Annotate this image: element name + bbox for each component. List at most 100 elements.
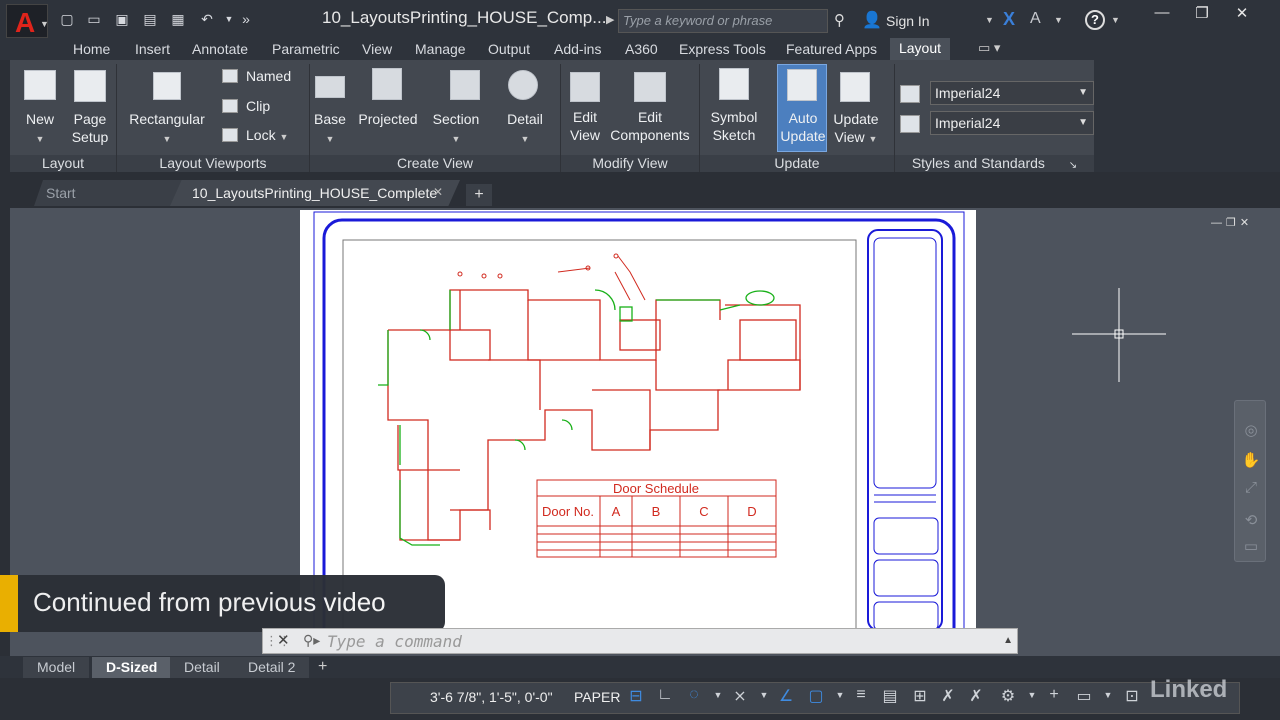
annotation-scale-icon[interactable]: ✗ — [938, 686, 958, 706]
steering-wheel-icon[interactable]: ◎ — [1241, 421, 1261, 441]
user-icon[interactable]: 👤 — [862, 10, 882, 30]
edit-components-button[interactable]: Edit Components — [608, 108, 692, 144]
open-folder-icon[interactable]: ▭ — [85, 11, 103, 28]
title-bar: A ▼ ▢ ▭ ▣ ▤ ▦ ↶ ▼ » 10_LayoutsPrinting_HO… — [0, 0, 1280, 40]
tab-detail-2[interactable]: Detail 2 — [234, 657, 310, 678]
command-close-icon[interactable]: ✕ — [277, 631, 290, 649]
tab-a360[interactable]: A360 — [625, 41, 658, 57]
showmotion-icon[interactable]: ▭ — [1241, 537, 1261, 557]
snap-mode-icon[interactable]: ⊟ — [626, 686, 646, 706]
restore-icon[interactable]: ❐ — [1192, 4, 1212, 22]
orbit-icon[interactable]: ⟲ — [1241, 511, 1261, 531]
tab-model[interactable]: Model — [23, 657, 90, 678]
selection-cycling-icon[interactable]: ▢ — [806, 686, 826, 706]
workspace-gear-icon[interactable]: ⚙ — [998, 686, 1018, 706]
clip-button[interactable]: Clip — [222, 98, 270, 114]
close-icon[interactable]: ✕ — [1232, 4, 1252, 22]
edit-view-icon — [570, 72, 600, 102]
view-style-select[interactable]: Imperial24 ▼ — [930, 81, 1094, 105]
new-tab-button[interactable]: + — [466, 184, 492, 206]
undo-dropdown-icon[interactable]: ▼ — [220, 11, 238, 28]
tab-express-tools[interactable]: Express Tools — [679, 41, 766, 57]
help-icon[interactable]: ? — [1085, 10, 1105, 30]
viewport-window-controls[interactable]: —❐✕ — [1211, 216, 1253, 229]
lineweight-icon[interactable]: ∠ — [776, 686, 796, 706]
tab-home[interactable]: Home — [73, 41, 110, 57]
title-expand-icon[interactable]: ▶ — [606, 13, 614, 26]
zoom-icon[interactable]: ⤢ — [1241, 479, 1261, 499]
tab-layout[interactable]: Layout — [890, 38, 950, 60]
tab-active-drawing[interactable]: 10_LayoutsPrinting_HOUSE_Complete — [170, 180, 460, 206]
named-viewports-button[interactable]: Named — [222, 68, 291, 84]
tab-add-ins[interactable]: Add-ins — [554, 41, 601, 57]
auto-update-button[interactable]: Auto Update — [777, 64, 827, 152]
exchange-apps-icon[interactable]: X — [1003, 9, 1015, 30]
undo-icon[interactable]: ↶ — [198, 11, 216, 28]
update-view-button[interactable]: Update View ▼ — [828, 110, 884, 148]
rectangular-button[interactable]: Rectangular ▼ — [126, 110, 208, 148]
lineweight-display-icon[interactable]: ≡ — [851, 686, 871, 704]
help-dropdown-icon[interactable]: ▼ — [1111, 15, 1120, 25]
command-search-icon[interactable]: ⚲▸ — [303, 632, 320, 649]
annotation-visibility-icon[interactable]: ✗ — [966, 686, 986, 706]
coordinate-readout[interactable]: 3'-6 7/8", 1'-5", 0'-0" — [430, 689, 553, 705]
detail-button[interactable]: Detail ▼ — [500, 110, 550, 148]
more-tools-icon[interactable]: » — [237, 11, 255, 28]
osnap-dropdown-icon[interactable]: ▼ — [754, 690, 774, 700]
tab-insert[interactable]: Insert — [135, 41, 170, 57]
search-input[interactable]: Type a keyword or phrase — [618, 9, 828, 33]
ribbon-display-options-icon[interactable]: ▭ ▾ — [978, 40, 1000, 56]
edit-view-button[interactable]: Edit View — [563, 108, 607, 144]
acceleration-dropdown-icon[interactable]: ▼ — [1098, 690, 1118, 700]
lock-button[interactable]: Lock ▼ — [222, 127, 288, 143]
command-input[interactable]: Type a command — [327, 632, 462, 651]
tab-start[interactable]: Start — [34, 180, 184, 206]
transparency-icon[interactable]: ▤ — [880, 686, 900, 706]
tab-annotate[interactable]: Annotate — [192, 41, 248, 57]
minimize-icon[interactable]: — — [1152, 4, 1172, 21]
polar-dropdown-icon[interactable]: ▼ — [708, 690, 728, 700]
tab-parametric[interactable]: Parametric — [272, 41, 340, 57]
symbol-sketch-button[interactable]: Symbol Sketch — [706, 108, 762, 144]
ortho-icon[interactable]: ∟ — [655, 686, 675, 704]
print-icon[interactable]: ▦ — [169, 11, 187, 28]
object-snap-icon[interactable]: ⨯ — [730, 686, 750, 706]
tab-featured-apps[interactable]: Featured Apps — [786, 41, 877, 57]
isolate-objects-icon[interactable]: ⊡ — [1122, 686, 1142, 706]
command-history-icon[interactable]: ▲ — [1003, 635, 1013, 646]
close-tab-icon[interactable]: ✕ — [433, 185, 443, 199]
tab-d-sized[interactable]: D-Sized — [92, 657, 172, 678]
section-button[interactable]: Section ▼ — [428, 110, 484, 148]
tab-manage[interactable]: Manage — [415, 41, 466, 57]
section-style-select[interactable]: Imperial24 ▼ — [930, 111, 1094, 135]
projected-button[interactable]: Projected — [354, 110, 422, 128]
sign-in-dropdown-icon[interactable]: ▼ — [985, 15, 994, 25]
new-file-icon[interactable]: ▢ — [58, 11, 76, 28]
paper-space-toggle[interactable]: PAPER — [574, 689, 620, 705]
command-line[interactable]: ⋮⋮ ✕ ⚲▸ Type a command ▲ — [262, 628, 1018, 654]
a360-dropdown-icon[interactable]: ▼ — [1054, 15, 1063, 25]
tab-view[interactable]: View — [362, 41, 392, 57]
navigation-bar[interactable]: ◎ ✋ ⤢ ⟲ ▭ — [1234, 400, 1266, 562]
dialog-launcher-icon[interactable]: ↘ — [1069, 160, 1077, 171]
section-style-value: Imperial24 — [935, 115, 1001, 131]
new-layout-tab-button[interactable]: + — [318, 658, 327, 676]
pan-icon[interactable]: ✋ — [1241, 451, 1261, 471]
tab-output[interactable]: Output — [488, 41, 530, 57]
base-button[interactable]: Base ▼ — [310, 110, 350, 148]
polar-tracking-icon[interactable]: ◌ — [684, 686, 704, 704]
application-menu-button[interactable]: A ▼ — [6, 4, 49, 38]
workspace-dropdown-icon[interactable]: ▼ — [1022, 690, 1042, 700]
new-layout-button[interactable]: New ▼ — [20, 110, 60, 148]
save-icon[interactable]: ▣ — [113, 11, 131, 28]
quick-view-icon[interactable]: ⊞ — [910, 686, 930, 706]
sign-in-button[interactable]: Sign In — [886, 13, 930, 29]
save-as-icon[interactable]: ▤ — [141, 11, 159, 28]
tab-detail[interactable]: Detail — [170, 657, 234, 678]
selection-dropdown-icon[interactable]: ▼ — [830, 690, 850, 700]
hardware-acceleration-icon[interactable]: ▭ — [1074, 686, 1094, 706]
a360-icon[interactable]: A — [1030, 10, 1041, 28]
plus-icon[interactable]: + — [1044, 686, 1064, 704]
page-setup-button[interactable]: Page Setup — [68, 110, 112, 146]
binoculars-icon[interactable]: ⚲ — [834, 11, 845, 29]
